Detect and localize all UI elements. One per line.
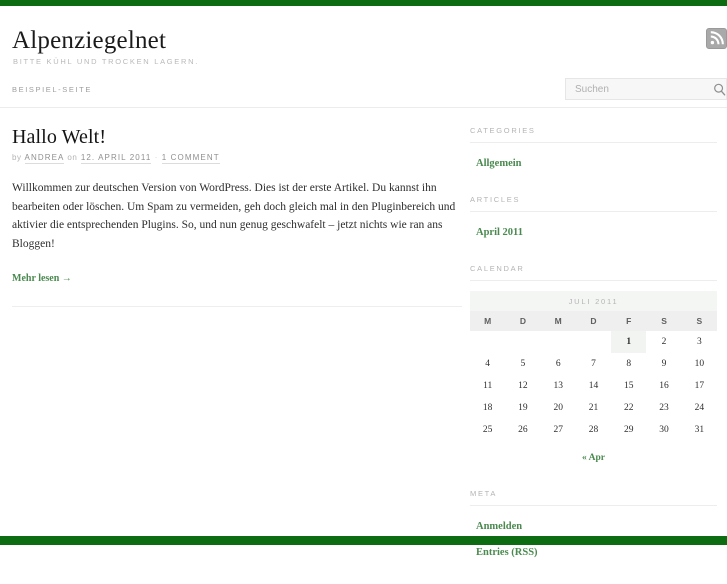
calendar-day-empty bbox=[470, 331, 505, 353]
list-item: Allgemein bbox=[470, 153, 717, 171]
calendar-caption: Juli 2011 bbox=[470, 291, 717, 311]
calendar-weekday-6: S bbox=[681, 311, 717, 331]
calendar-weekday-4: F bbox=[611, 311, 647, 331]
calendar-day-5[interactable]: 5 bbox=[505, 353, 540, 375]
meta-link-anmelden[interactable]: Anmelden bbox=[470, 521, 522, 532]
calendar-day-30[interactable]: 30 bbox=[646, 419, 681, 441]
calendar-day-20[interactable]: 20 bbox=[541, 397, 576, 419]
calendar-body: 1 2 3 4 5 6 7 8 9 10 11 12 13 14 15 16 17 18 19 20 21 22 23 24 2… bbox=[470, 331, 717, 441]
calendar-prev-link[interactable]: « Apr bbox=[582, 453, 605, 463]
calendar-day-17[interactable]: 17 bbox=[682, 375, 717, 397]
widget-title-meta: Meta bbox=[470, 489, 717, 506]
calendar-weekday-row: MDMDFSS bbox=[470, 311, 717, 331]
calendar-day-22[interactable]: 22 bbox=[611, 397, 646, 419]
calendar-weekday-1: D bbox=[505, 311, 541, 331]
nav-item-beispiel-seite[interactable]: Beispiel-Seite bbox=[12, 85, 92, 94]
calendar-day-empty bbox=[576, 331, 611, 353]
widget-title-calendar: Calendar bbox=[470, 264, 717, 281]
widget-categories: Categories Allgemein bbox=[470, 126, 717, 171]
calendar-day-24[interactable]: 24 bbox=[682, 397, 717, 419]
calendar-week-row: 11 12 13 14 15 16 17 bbox=[470, 375, 717, 397]
sidebar: Categories Allgemein Articles April 2011… bbox=[470, 126, 727, 584]
search-icon[interactable] bbox=[713, 83, 727, 96]
calendar-day-4[interactable]: 4 bbox=[470, 353, 505, 375]
widget-title-articles: Articles bbox=[470, 195, 717, 212]
calendar-week-row: 18 19 20 21 22 23 24 bbox=[470, 397, 717, 419]
calendar-day-2[interactable]: 2 bbox=[646, 331, 681, 353]
widget-title-categories: Categories bbox=[470, 126, 717, 143]
calendar-day-11[interactable]: 11 bbox=[470, 375, 505, 397]
categories-list: Allgemein bbox=[470, 153, 717, 171]
calendar-week-row: 25 26 27 28 29 30 31 bbox=[470, 419, 717, 441]
calendar-day-16[interactable]: 16 bbox=[646, 375, 681, 397]
post-meta-separator: · bbox=[154, 153, 159, 162]
site-title[interactable]: Alpenziegelnet bbox=[12, 27, 715, 54]
calendar-weekday-0: M bbox=[470, 311, 506, 331]
calendar-day-13[interactable]: 13 bbox=[541, 375, 576, 397]
calendar-day-29[interactable]: 29 bbox=[611, 419, 646, 441]
calendar-day-27[interactable]: 27 bbox=[541, 419, 576, 441]
post-meta-by-label: by bbox=[12, 153, 22, 162]
calendar-weekday-2: M bbox=[540, 311, 576, 331]
rss-glyph bbox=[710, 31, 724, 45]
calendar-day-7[interactable]: 7 bbox=[576, 353, 611, 375]
bottom-accent-bar bbox=[0, 536, 727, 545]
list-item: Anmelden bbox=[470, 516, 717, 534]
search-input[interactable] bbox=[566, 83, 713, 95]
post-meta-on-label: on bbox=[67, 153, 78, 162]
calendar-day-14[interactable]: 14 bbox=[576, 375, 611, 397]
calendar-day-1[interactable]: 1 bbox=[611, 331, 647, 353]
calendar-day-31[interactable]: 31 bbox=[682, 419, 717, 441]
calendar-day-21[interactable]: 21 bbox=[576, 397, 611, 419]
post-date-link[interactable]: 12. APRIL 2011 bbox=[80, 153, 152, 164]
widget-articles: Articles April 2011 bbox=[470, 195, 717, 240]
calendar-day-23[interactable]: 23 bbox=[646, 397, 681, 419]
post-title[interactable]: Hallo Welt! bbox=[12, 126, 458, 149]
meta-link-entries-rss[interactable]: Entries (RSS) bbox=[470, 547, 538, 558]
magnifier-glyph bbox=[714, 83, 726, 96]
calendar-day-9[interactable]: 9 bbox=[646, 353, 681, 375]
post-comments-link[interactable]: 1 COMMENT bbox=[161, 153, 220, 164]
calendar-day-18[interactable]: 18 bbox=[470, 397, 505, 419]
category-link-allgemein[interactable]: Allgemein bbox=[470, 158, 522, 169]
calendar-day-3[interactable]: 3 bbox=[682, 331, 717, 353]
post-author-link[interactable]: ANDREA bbox=[24, 153, 65, 164]
calendar-day-28[interactable]: 28 bbox=[576, 419, 611, 441]
calendar-day-8[interactable]: 8 bbox=[611, 353, 646, 375]
page-columns: Hallo Welt! by ANDREA on 12. APRIL 2011 … bbox=[0, 108, 727, 584]
calendar-day-25[interactable]: 25 bbox=[470, 419, 505, 441]
post-article: Hallo Welt! by ANDREA on 12. APRIL 2011 … bbox=[12, 126, 462, 307]
site-header: Alpenziegelnet Bitte kühl und trocken la… bbox=[0, 6, 727, 74]
calendar-day-6[interactable]: 6 bbox=[541, 353, 576, 375]
post-meta: by ANDREA on 12. APRIL 2011 · 1 COMMENT bbox=[12, 153, 458, 164]
main-content: Hallo Welt! by ANDREA on 12. APRIL 2011 … bbox=[0, 126, 470, 584]
site-description: Bitte kühl und trocken lagern. bbox=[13, 57, 200, 67]
read-more-link[interactable]: Mehr lesen → bbox=[12, 273, 72, 284]
calendar-nav: « Apr bbox=[470, 441, 717, 465]
calendar-day-empty bbox=[541, 331, 576, 353]
calendar-weekday-3: D bbox=[575, 311, 612, 331]
calendar-table: Juli 2011 MDMDFSS 1 2 3 4 5 6 7 8 9 10 11 12 13 14 15 1… bbox=[470, 291, 717, 441]
primary-nav: Beispiel-Seite bbox=[12, 85, 92, 94]
nav-search-strip: Beispiel-Seite bbox=[0, 74, 727, 108]
rss-icon[interactable] bbox=[706, 28, 727, 49]
widget-calendar: Calendar Juli 2011 MDMDFSS 1 2 3 4 5 6 7 8 9 10 11… bbox=[470, 264, 717, 465]
post-body: Willkommen zur deutschen Version von Wor… bbox=[12, 182, 456, 250]
calendar-day-26[interactable]: 26 bbox=[505, 419, 540, 441]
calendar-week-row: 4 5 6 7 8 9 10 bbox=[470, 353, 717, 375]
search-form[interactable] bbox=[565, 78, 727, 100]
calendar-weekday-5: S bbox=[646, 311, 682, 331]
post-divider bbox=[12, 305, 462, 307]
widget-meta: Meta Anmelden Entries (RSS) bbox=[470, 489, 717, 560]
calendar-day-12[interactable]: 12 bbox=[505, 375, 540, 397]
calendar-day-15[interactable]: 15 bbox=[611, 375, 646, 397]
calendar-day-empty bbox=[505, 331, 540, 353]
archive-link-april-2011[interactable]: April 2011 bbox=[470, 227, 523, 238]
calendar-week-row: 123 bbox=[470, 331, 717, 353]
calendar-day-19[interactable]: 19 bbox=[505, 397, 540, 419]
articles-list: April 2011 bbox=[470, 222, 717, 240]
list-item: April 2011 bbox=[470, 222, 717, 240]
calendar-day-10[interactable]: 10 bbox=[682, 353, 717, 375]
